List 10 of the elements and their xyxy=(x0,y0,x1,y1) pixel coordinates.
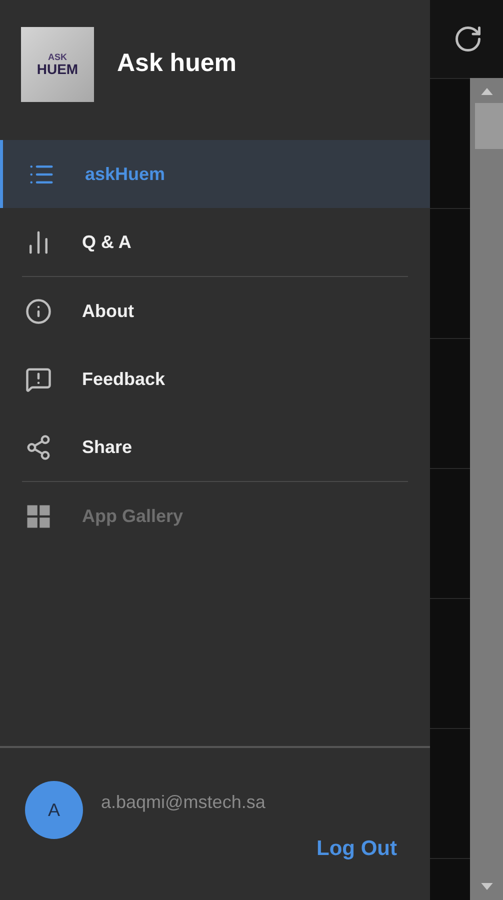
logo-text: HUEM xyxy=(36,62,78,76)
avatar: A xyxy=(25,781,83,839)
menu-item[interactable]: About xyxy=(0,277,430,345)
account-email: a.baqmi@mstech.sa xyxy=(101,791,266,814)
app-title: Ask huem xyxy=(117,48,236,80)
menu-item[interactable]: Feedback xyxy=(0,345,430,413)
menu-item[interactable]: Q & A xyxy=(0,208,430,276)
logout-button[interactable]: Log Out xyxy=(316,833,397,864)
logo-text: ASK xyxy=(48,52,67,62)
menu-item[interactable]: Share xyxy=(0,413,430,481)
